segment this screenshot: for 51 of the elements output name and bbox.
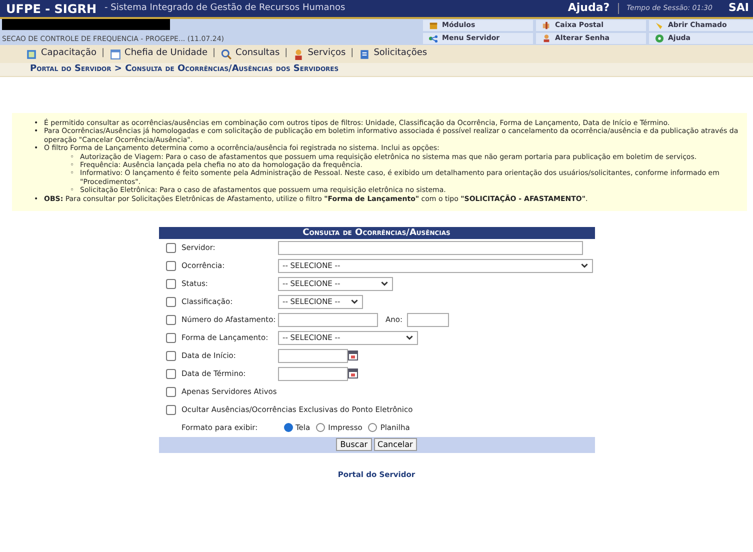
search-icon: [220, 48, 232, 60]
checkbox[interactable]: [166, 404, 176, 415]
system-title: UFPE - SIGRH: [6, 0, 97, 18]
menu-item[interactable]: Consultas: [220, 47, 280, 61]
checkbox[interactable]: [166, 296, 176, 307]
menu-item[interactable]: Solicitações: [358, 47, 428, 61]
checkbox[interactable]: [166, 242, 176, 253]
year-field[interactable]: [406, 312, 448, 327]
breadcrumb-title: Portal do Servidor > Consulta de Ocorrências/Ausências dos Servidores: [0, 63, 753, 77]
menu-separator: |: [212, 47, 217, 60]
menu-separator: |: [350, 47, 355, 60]
calendar-icon: [348, 350, 358, 362]
menu-item[interactable]: Chefia de Unidade: [110, 47, 208, 61]
help-icon: [655, 34, 664, 42]
form-button[interactable]: Cancelar: [374, 438, 417, 452]
document-icon: [358, 48, 370, 60]
caret-icon: [380, 280, 388, 288]
mailbox-icon: [542, 21, 551, 30]
number-field[interactable]: [278, 312, 378, 327]
caret-icon: [580, 262, 588, 270]
system-subtitle: - Sistema Integrado de Gestão de Recursos Humanos: [104, 2, 346, 15]
user-key-icon: [542, 34, 551, 42]
exit-link[interactable]: SAI: [728, 0, 749, 17]
menu-separator: |: [100, 47, 106, 60]
checkbox[interactable]: [166, 278, 176, 289]
menu-separator: |: [284, 47, 289, 60]
checkbox[interactable]: [166, 332, 176, 343]
caret-icon: [406, 334, 412, 342]
menu-item[interactable]: Capacitação: [26, 47, 96, 61]
radio-button[interactable]: [368, 423, 378, 432]
form-title: Consulta de Ocorrências/Ausências: [158, 226, 594, 239]
box-icon: [429, 21, 438, 30]
checkbox[interactable]: [166, 350, 176, 361]
network-icon: [429, 34, 438, 42]
checkbox[interactable]: [166, 386, 176, 397]
checkbox[interactable]: [166, 314, 176, 325]
help-link[interactable]: Ajuda?: [568, 0, 610, 17]
text-field[interactable]: [278, 240, 582, 255]
checkbox[interactable]: [166, 260, 176, 271]
caret-icon: [350, 298, 358, 306]
form-button[interactable]: Buscar: [336, 438, 372, 452]
person-icon: [292, 48, 304, 60]
date-field[interactable]: [278, 348, 348, 363]
checkbox[interactable]: [166, 368, 176, 379]
menu-item[interactable]: Serviços: [292, 47, 346, 61]
notepad-icon: [26, 48, 37, 60]
calendar-icon: [110, 48, 121, 60]
date-field[interactable]: [278, 366, 348, 381]
calendar-icon: [348, 368, 358, 380]
radio-button[interactable]: [284, 423, 292, 432]
radio-button[interactable]: [316, 423, 326, 432]
